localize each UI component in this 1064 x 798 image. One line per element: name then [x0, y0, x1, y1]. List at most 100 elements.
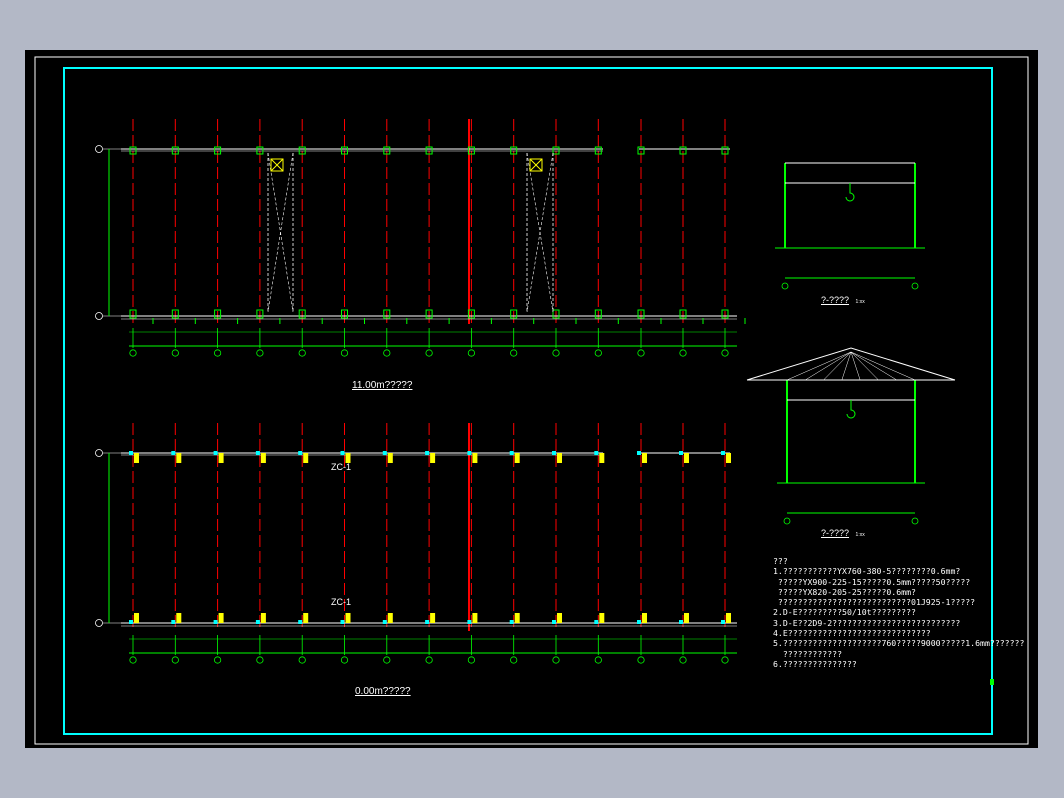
axis-bubble: [171, 656, 179, 664]
axis-bubble: [383, 349, 391, 357]
note-line: 3.D-E??2D9-2??????????????????????????: [773, 617, 961, 628]
column-base: [213, 451, 218, 455]
truss-member: [850, 351, 897, 381]
axis-bubble: [214, 656, 222, 664]
column: [387, 453, 393, 463]
axis-bubble: [467, 349, 475, 357]
axis-bubble: [256, 656, 264, 664]
drawing-sheet: 11.00m????? 0.00m????? ZC-1 ZC-1 ?-???? …: [25, 50, 1038, 748]
column-base: [213, 620, 218, 624]
axis-bubble: [425, 349, 433, 357]
axis-bubble: [129, 349, 137, 357]
column: [260, 613, 266, 623]
axis-bubble: [552, 656, 560, 664]
upper-plan-title: 11.00m?????: [352, 380, 413, 391]
column-base: [467, 620, 472, 624]
truss-member: [850, 351, 861, 381]
axis-bubble: [911, 282, 919, 290]
axis-bubble: [721, 349, 729, 357]
column: [303, 613, 309, 623]
section-detail-top: [775, 162, 925, 290]
column: [472, 453, 478, 463]
column-base: [340, 620, 345, 624]
note-line: 5.????????????????????760?????9000?????1…: [773, 638, 1025, 649]
section-top-title-text: ?-????: [821, 295, 850, 305]
column: [134, 613, 139, 623]
axis-bubble: [214, 349, 222, 357]
column-base: [298, 620, 303, 624]
axis-bubble: [95, 619, 103, 627]
axis-bubble: [721, 656, 729, 664]
column-base: [255, 620, 260, 624]
truss-member: [850, 351, 916, 381]
column-base: [425, 451, 430, 455]
axis-bubble: [95, 449, 103, 457]
note-line: ????????????: [773, 648, 843, 659]
column: [387, 613, 393, 623]
column: [430, 613, 436, 623]
section-bottom-title-text: ?-????: [821, 528, 850, 538]
lower-plan-title: 0.00m?????: [355, 686, 411, 697]
note-line: ?????YX900-225-15?????0.5mm?????50?????: [773, 576, 971, 587]
crane-hook: [846, 400, 856, 419]
column: [345, 613, 351, 623]
note-line: ???????????????????????????01J925-1?????: [773, 597, 976, 608]
section-top-scale: 1:xx: [855, 299, 865, 305]
column-base: [382, 451, 387, 455]
note-line: 6.???????????????: [773, 658, 857, 669]
axis-bubble: [298, 656, 306, 664]
column-base: [594, 620, 599, 624]
column-base: [721, 451, 725, 455]
column-base: [552, 620, 556, 624]
column: [472, 613, 478, 623]
column-base: [679, 451, 683, 455]
note-line: 4.E?????????????????????????????: [773, 628, 931, 639]
column: [684, 613, 689, 623]
note-line: ?????YX820-205-25?????0.6mm?: [773, 586, 916, 597]
axis-bubble: [171, 349, 179, 357]
column-base: [637, 451, 641, 455]
column-base: [467, 451, 472, 455]
axis-bubble: [552, 349, 560, 357]
truss-member: [786, 351, 852, 381]
section-bottom-scale: 1:xx: [855, 532, 865, 538]
truss-member: [805, 351, 852, 381]
column-base: [594, 451, 599, 455]
axis-bubble: [510, 349, 518, 357]
notes-heading: ???: [773, 556, 788, 566]
note-line: 1.???????????YX760-380-5????????0.6mm?: [773, 566, 961, 577]
column: [557, 613, 562, 623]
column-base: [637, 620, 641, 624]
column-base: [552, 451, 556, 455]
axis-bubble: [383, 656, 391, 664]
column: [599, 613, 605, 623]
axis-bubble: [467, 656, 475, 664]
axis-bubble: [637, 349, 645, 357]
axis-bubble: [95, 145, 103, 153]
column-base: [382, 620, 387, 624]
axis-bubble: [783, 517, 791, 525]
note-line: 2.D-E?????????50/10t?????????: [773, 607, 916, 618]
axis-bubble: [510, 656, 518, 664]
column: [642, 613, 647, 623]
column-base: [509, 451, 514, 455]
column: [726, 453, 731, 463]
axis-bubble: [781, 282, 789, 290]
truss-member: [841, 351, 852, 381]
column-base: [679, 620, 683, 624]
ground-floor-plan: [95, 423, 737, 664]
column-base: [721, 620, 725, 624]
column: [684, 453, 689, 463]
axis-bubble: [340, 349, 349, 357]
section-detail-bottom: [746, 347, 956, 525]
axis-bubble: [679, 656, 687, 664]
zc-label-top: ZC-1: [331, 462, 351, 472]
crane-hook: [845, 183, 855, 202]
axis-bubble: [594, 656, 602, 664]
column-base: [425, 620, 430, 624]
column-base: [129, 620, 133, 624]
zc-label-bottom: ZC-1: [331, 597, 351, 607]
column-base: [255, 451, 260, 455]
axis-bubble: [425, 656, 433, 664]
column-base: [340, 451, 345, 455]
